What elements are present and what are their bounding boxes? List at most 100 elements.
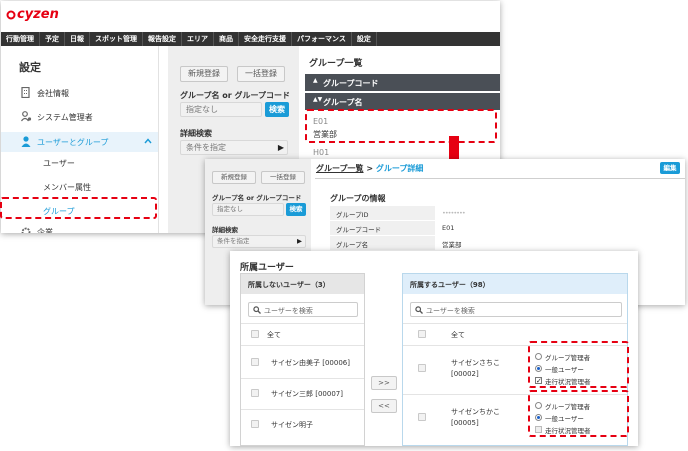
user-checkbox[interactable] [418,364,426,372]
group-search-button[interactable]: 検索 [286,203,306,216]
user-name: サイゼンちかこ [451,408,500,416]
sidebar-item-company[interactable]: 会社情報 [1,84,159,102]
remove-member-button[interactable]: << [371,399,397,413]
divider [403,323,627,324]
main-nav: 行動管理 予定 日報 スポット管理 報告設定 エリア 商品 安全走行支援 パフォーマンス 設定 [1,32,500,46]
new-register-button[interactable]: 新規登録 [212,171,256,184]
cyzen-logo-icon [6,10,16,20]
bulk-register-button[interactable]: 一括登録 [261,171,305,184]
user-name: サイゼン三郎 [00007] [271,390,343,398]
caret-right-icon: ▶ [297,237,302,245]
sort-icon: ▲ [313,77,318,84]
nav-item-area[interactable]: エリア [182,32,214,46]
field-value: •••••••• [442,209,466,217]
table-row: グループコード E01 [330,221,670,235]
bulk-register-button[interactable]: 一括登録 [237,66,285,82]
new-register-button[interactable]: 新規登録 [180,66,228,82]
group-search-label: グループ名 or グループコード [212,194,302,202]
breadcrumb-current: グループ詳細 [375,164,424,173]
highlight-group-row [305,109,497,143]
select-all-checkbox[interactable] [251,330,259,338]
search-icon [415,306,423,314]
sidebar-item-label: システム管理者 [37,113,93,122]
user-name: サイゼン明子 [271,421,313,429]
field-label: グループID [336,211,369,219]
divider [241,323,364,324]
chevron-up-icon[interactable] [144,138,152,144]
nav-item-performance[interactable]: パフォーマンス [292,32,352,46]
sort-group-code-header[interactable]: ▲ グループコード [305,74,500,91]
user-name: サイゼン由美子 [00006] [271,359,350,367]
sidebar-item-label: ユーザーとグループ [37,138,109,147]
group-info-title: グループの情報 [330,194,386,203]
select-all-label: 全て [267,331,281,339]
user-checkbox[interactable] [251,358,259,366]
divider [315,178,685,179]
select-all-checkbox[interactable] [418,330,426,338]
nav-item-spot[interactable]: スポット管理 [90,32,143,46]
list-item[interactable]: サイゼン明子 [241,410,364,440]
field-value: 営業部 [442,241,462,249]
detail-search-value: 条件を指定 [186,143,226,152]
detail-search-label: 詳細検索 [180,129,212,138]
sidebar-sub-item-users[interactable]: ユーザー [43,158,75,169]
sidebar-item-system-admin[interactable]: システム管理者 [1,108,159,126]
search-placeholder: ユーザーを検索 [426,307,475,315]
edit-button[interactable]: 編集 [660,162,680,174]
sidebar-item-more[interactable]: 企業 [37,227,53,233]
nav-item-safe-driving[interactable]: 安全走行支援 [239,32,292,46]
user-checkbox[interactable] [251,389,259,397]
list-item[interactable]: サイゼン三郎 [00007] [241,379,364,409]
select-all-label: 全て [451,331,465,339]
group-list-title: グループ一覧 [309,59,363,69]
user-checkbox[interactable] [418,413,426,421]
sort-group-name-header[interactable]: ▲▼ グループ名 [305,93,500,110]
sidebar-sub-item-member-attributes[interactable]: メンバー属性 [43,182,91,193]
app-header: cyzen [1,1,500,29]
nav-item-plan[interactable]: 予定 [40,32,65,46]
column-header-label: グループ名 [323,98,363,107]
detail-search-select[interactable]: 条件を指定 ▶ [212,235,306,248]
nav-item-product[interactable]: 商品 [214,32,239,46]
highlight-roles-row-2 [528,390,629,437]
nav-item-report-settings[interactable]: 報告設定 [143,32,182,46]
member-header: 所属するユーザー（98） [403,274,627,294]
breadcrumb-separator: > [366,164,374,173]
nav-item-daily-report[interactable]: 日報 [65,32,90,46]
gear-icon [21,227,31,233]
highlight-roles-row-1 [528,341,629,388]
member-title: 所属するユーザー（98） [410,281,490,289]
search-icon [253,306,261,314]
user-checkbox[interactable] [251,420,259,428]
sort-icon: ▲▼ [313,96,323,103]
breadcrumb: グループ一覧 > グループ詳細 [316,163,423,174]
non-member-search-input[interactable]: ユーザーを検索 [248,302,358,317]
highlight-groups-menu [0,197,157,219]
user-code: [00005] [451,419,479,427]
table-row: グループID •••••••• [330,206,670,220]
non-member-title: 所属しないユーザー（3） [248,281,330,289]
detail-search-value: 条件を指定 [217,237,250,245]
sidebar-item-label: 会社情報 [37,89,69,98]
add-member-button[interactable]: >> [371,376,397,390]
building-icon [21,87,30,98]
admin-user-icon [21,111,32,122]
group-search-input[interactable]: 指定なし [212,203,284,216]
column-header-label: グループコード [323,79,379,88]
group-search-label: グループ名 or グループコード [180,91,291,100]
user-code: [00002] [451,370,479,378]
nav-item-schedule-mgmt[interactable]: 行動管理 [1,32,40,46]
group-search-button[interactable]: 検索 [265,102,289,117]
sidebar-item-users-groups[interactable]: ユーザーとグループ [1,132,158,152]
member-search-input[interactable]: ユーザーを検索 [410,302,622,317]
nav-item-settings[interactable]: 設定 [352,32,377,46]
field-value: E01 [442,224,455,232]
group-search-input[interactable]: 指定なし [180,102,262,117]
list-item[interactable]: サイゼン由美子 [00006] [241,346,364,378]
non-member-panel: 所属しないユーザー（3） ユーザーを検索 全て サイゼン由美子 [00006] … [240,273,365,446]
brand-logo[interactable]: cyzen [17,7,59,22]
members-title: 所属ユーザー [240,263,294,273]
breadcrumb-group-list-link[interactable]: グループ一覧 [316,164,364,173]
detail-search-label: 詳細検索 [212,226,238,234]
detail-search-select[interactable]: 条件を指定 ▶ [180,140,288,155]
